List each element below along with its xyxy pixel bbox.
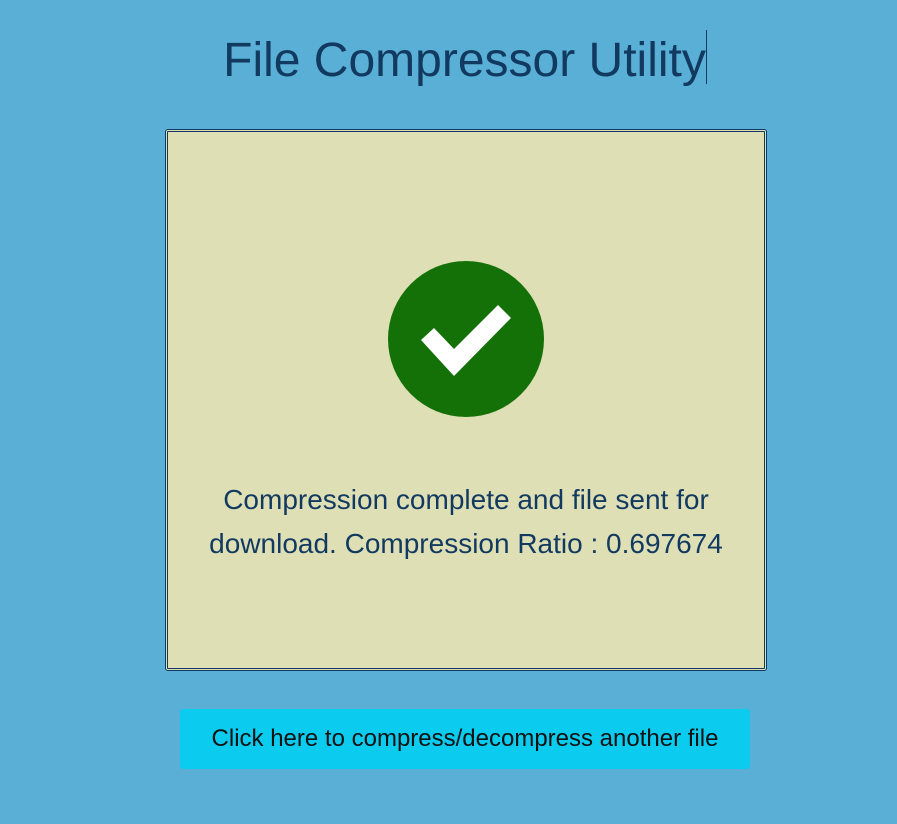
result-panel: Compression complete and file sent for d… bbox=[165, 129, 767, 671]
success-check-icon bbox=[388, 261, 544, 417]
page-title-text: File Compressor Utility bbox=[223, 34, 706, 87]
page-title: File Compressor Utility bbox=[0, 30, 897, 91]
text-cursor bbox=[705, 30, 707, 84]
compress-another-button[interactable]: Click here to compress/decompress anothe… bbox=[180, 709, 750, 769]
status-message: Compression complete and file sent for d… bbox=[209, 484, 723, 559]
